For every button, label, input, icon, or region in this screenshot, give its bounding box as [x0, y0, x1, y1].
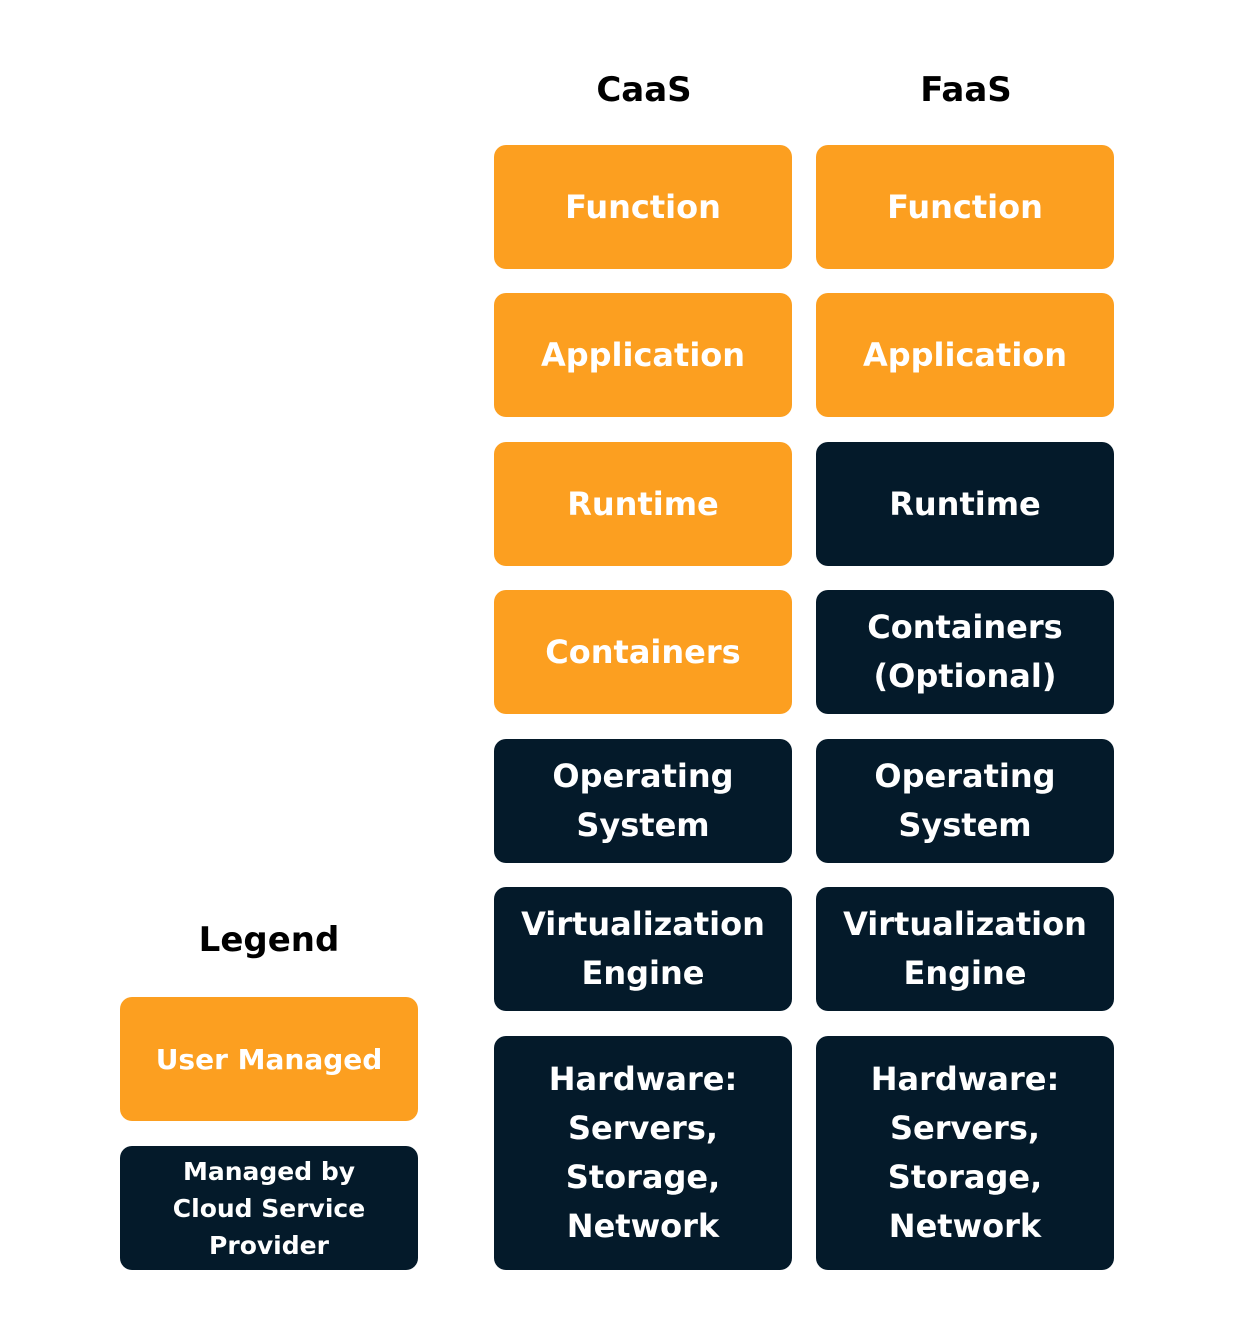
faas-layer-containers: Containers (Optional): [816, 590, 1114, 714]
caas-layer-function: Function: [494, 145, 792, 269]
faas-header: FaaS: [920, 70, 1012, 110]
caas-layer-virtualization: Virtualization Engine: [494, 887, 792, 1011]
faas-layer-operating: Operating System: [816, 739, 1114, 863]
faas-layer-runtime: Runtime: [816, 442, 1114, 566]
caas-layer-hardware: Hardware: Servers, Storage, Network: [494, 1036, 792, 1270]
faas-layer-hardware: Hardware: Servers, Storage, Network: [816, 1036, 1114, 1270]
caas-layer-containers: Containers: [494, 590, 792, 714]
caas-layer-operating: Operating System: [494, 739, 792, 863]
caas-header: CaaS: [596, 70, 692, 110]
faas-layer-function: Function: [816, 145, 1114, 269]
legend-title: Legend: [198, 920, 340, 960]
legend-user-managed: User Managed: [120, 997, 418, 1121]
caas-layer-application: Application: [494, 293, 792, 417]
faas-layer-application: Application: [816, 293, 1114, 417]
legend-provider-managed: Managed by Cloud Service Provider: [120, 1146, 418, 1270]
caas-layer-runtime: Runtime: [494, 442, 792, 566]
faas-layer-virtualization: Virtualization Engine: [816, 887, 1114, 1011]
